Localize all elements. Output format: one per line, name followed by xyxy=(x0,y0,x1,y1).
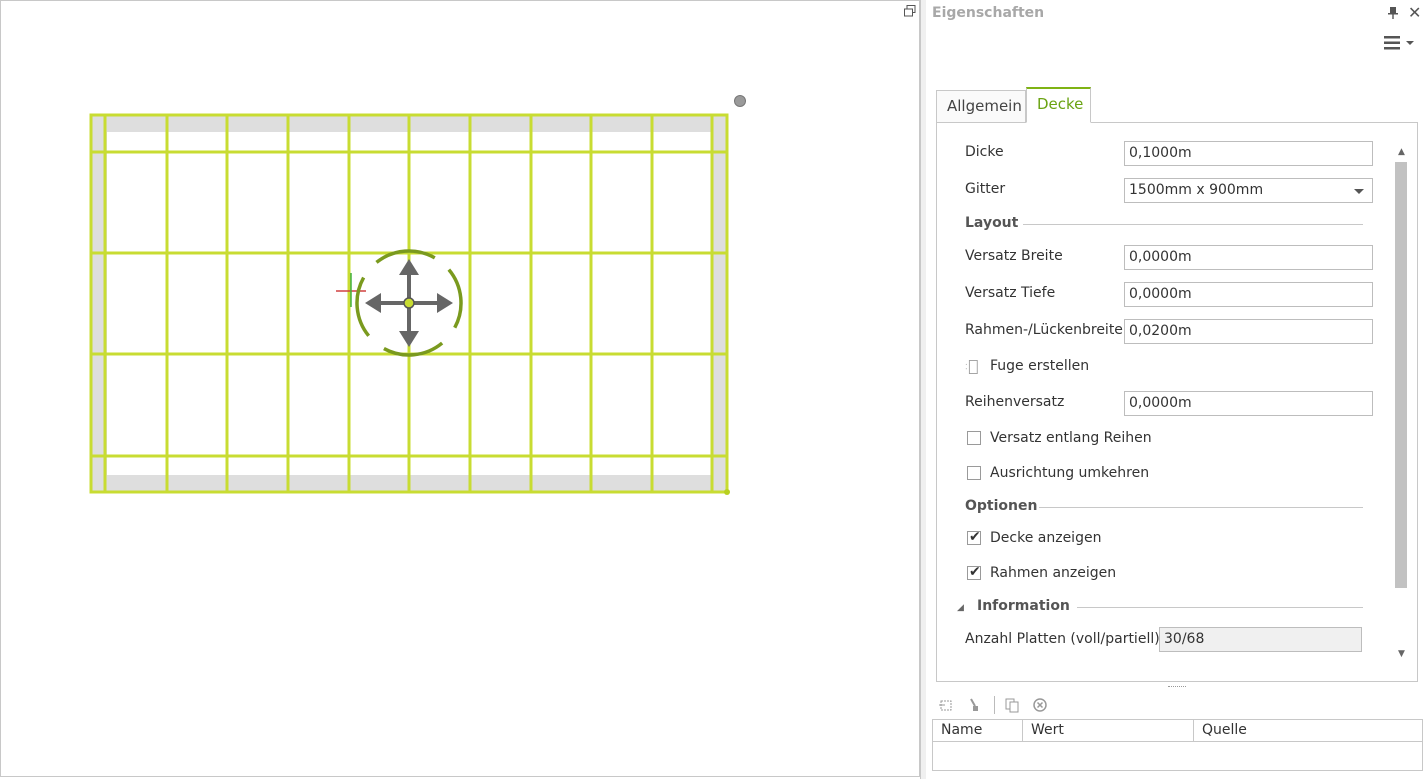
section-divider xyxy=(1023,224,1363,225)
hamburger-menu-icon[interactable] xyxy=(1384,36,1414,50)
section-divider xyxy=(1077,607,1363,608)
gitter-dropdown[interactable]: 1500mm x 900mm xyxy=(1124,178,1373,203)
cancel-icon[interactable] xyxy=(1032,697,1048,713)
rahmen-field[interactable]: 0,0200m xyxy=(1124,319,1373,344)
versatz-reihen-checkbox[interactable] xyxy=(967,431,981,445)
decke-anzeigen-checkbox[interactable]: ✔ xyxy=(967,529,981,545)
scroll-down-icon[interactable]: ▼ xyxy=(1398,649,1405,659)
anzahl-field: 30/68 xyxy=(1159,627,1362,652)
brush-icon[interactable] xyxy=(966,697,982,713)
pin-icon[interactable] xyxy=(1388,7,1398,19)
scroll-up-icon[interactable]: ▲ xyxy=(1398,147,1405,157)
ceiling-grid-drawing[interactable] xyxy=(1,1,919,776)
copy-icon[interactable] xyxy=(1004,697,1020,713)
rahmen-anzeigen-label: Rahmen anzeigen xyxy=(990,565,1117,581)
panel-title: Eigenschaften xyxy=(932,5,1045,21)
column-header-wert[interactable]: Wert xyxy=(1023,720,1194,742)
dicke-field[interactable]: 0,1000m xyxy=(1124,141,1373,166)
splitter-grip[interactable] xyxy=(1168,686,1186,689)
rahmen-anzeigen-checkbox[interactable]: ✔ xyxy=(967,564,981,580)
versatz-breite-label: Versatz Breite xyxy=(965,248,1063,264)
properties-panel: Eigenschaften ✕ Allgemein Decke Dicke 0,… xyxy=(926,0,1428,779)
scroll-thumb[interactable] xyxy=(1395,162,1407,588)
close-icon[interactable]: ✕ xyxy=(1408,5,1421,21)
viewport-canvas[interactable] xyxy=(0,0,920,777)
section-information: Information xyxy=(977,598,1070,614)
scrollbar[interactable]: ▲ ▼ xyxy=(1395,147,1407,667)
decke-anzeigen-label: Decke anzeigen xyxy=(990,530,1102,546)
checkmark-icon: ✔ xyxy=(969,529,981,545)
reihenversatz-label: Reihenversatz xyxy=(965,394,1065,410)
anzahl-label: Anzahl Platten (voll/partiell) xyxy=(965,631,1160,647)
properties-grid: Name Wert Quelle xyxy=(932,719,1423,771)
ausrichtung-label: Ausrichtung umkehren xyxy=(990,465,1150,481)
column-header-quelle[interactable]: Quelle xyxy=(1194,720,1422,742)
dicke-label: Dicke xyxy=(965,144,1004,160)
versatz-tiefe-field[interactable]: 0,0000m xyxy=(1124,282,1373,307)
tab-content-decke: Dicke 0,1000m Gitter 1500mm x 900mm Layo… xyxy=(936,122,1418,682)
toggle-switch-icon[interactable] xyxy=(965,359,979,375)
gitter-label: Gitter xyxy=(965,181,1006,197)
versatz-breite-field[interactable]: 0,0000m xyxy=(1124,245,1373,270)
chevron-down-icon xyxy=(1354,189,1364,194)
tab-decke[interactable]: Decke xyxy=(1026,87,1091,123)
ausrichtung-checkbox[interactable] xyxy=(967,466,981,480)
tab-allgemein[interactable]: Allgemein xyxy=(936,90,1026,122)
toolbar-separator xyxy=(994,696,995,714)
section-layout: Layout xyxy=(965,215,1019,231)
select-icon[interactable] xyxy=(938,697,954,713)
section-divider xyxy=(1039,507,1363,508)
collapse-triangle-icon[interactable]: ◢ xyxy=(957,603,964,613)
checkmark-icon: ✔ xyxy=(969,564,981,580)
versatz-tiefe-label: Versatz Tiefe xyxy=(965,285,1056,301)
versatz-reihen-label: Versatz entlang Reihen xyxy=(990,430,1152,446)
column-header-name[interactable]: Name xyxy=(933,720,1023,742)
reihenversatz-field[interactable]: 0,0000m xyxy=(1124,391,1373,416)
rahmen-label: Rahmen-/Lückenbreite xyxy=(965,322,1123,338)
fuge-label: Fuge erstellen xyxy=(990,358,1090,374)
gitter-value: 1500mm x 900mm xyxy=(1129,182,1264,198)
section-optionen: Optionen xyxy=(965,498,1038,514)
